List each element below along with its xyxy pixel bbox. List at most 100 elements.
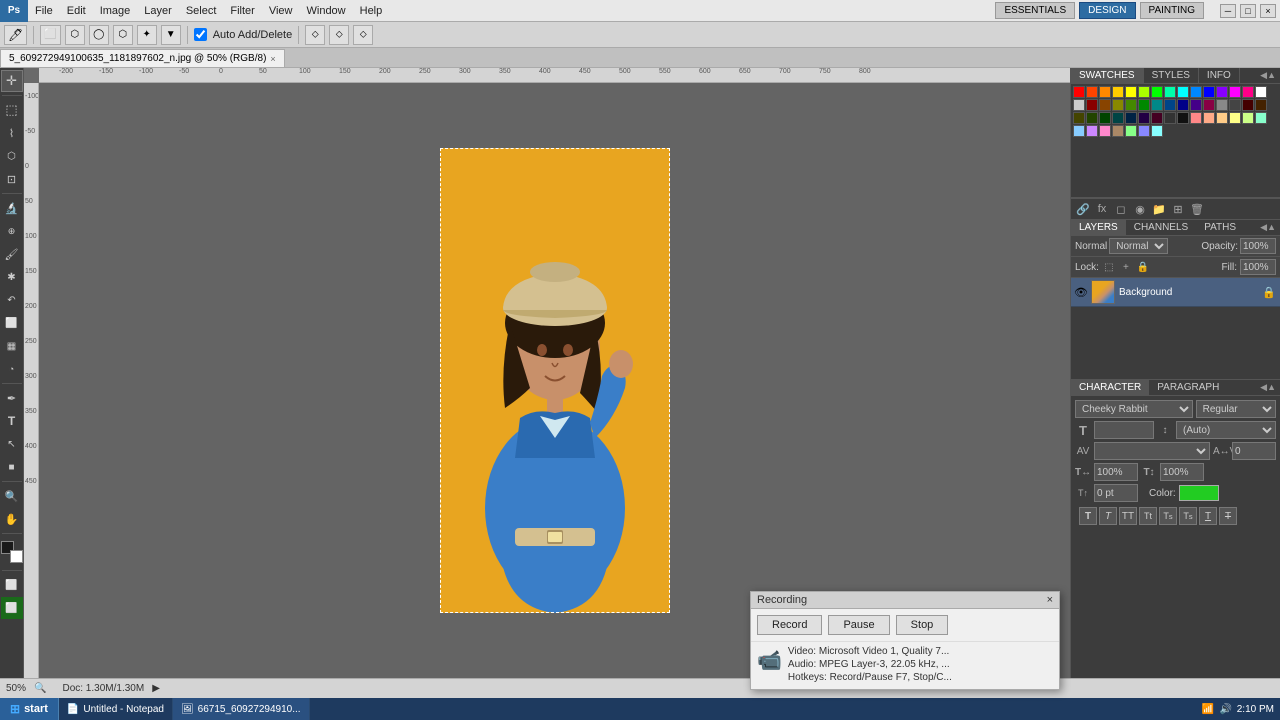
- shape-opt5[interactable]: ✦: [137, 25, 157, 45]
- tool-lasso[interactable]: ⌇: [1, 122, 23, 144]
- tool-mask-std[interactable]: ⬜: [1, 574, 23, 596]
- swatch-25[interactable]: [1203, 99, 1215, 111]
- menu-image[interactable]: Image: [93, 3, 138, 19]
- blend-mode-dropdown[interactable]: Normal: [1109, 238, 1168, 254]
- swatch-24[interactable]: [1190, 99, 1202, 111]
- ts-caps[interactable]: TT: [1119, 507, 1137, 525]
- swatch-14[interactable]: [1255, 86, 1267, 98]
- opt-extra3[interactable]: ⬦: [353, 25, 373, 45]
- tool-dodge[interactable]: ◔: [1, 358, 23, 380]
- swatch-45[interactable]: [1073, 125, 1085, 137]
- swatch-4[interactable]: [1125, 86, 1137, 98]
- font-size-input[interactable]: 52.53 pt: [1094, 421, 1154, 439]
- workspace-essentials[interactable]: ESSENTIALS: [995, 2, 1075, 19]
- layers-collapse[interactable]: ◀▲: [1256, 220, 1280, 235]
- tool-mask-quick[interactable]: ⬜: [1, 597, 23, 619]
- layer-icon-mask[interactable]: ◻: [1113, 201, 1129, 217]
- menu-window[interactable]: Window: [300, 3, 353, 19]
- tracking-input[interactable]: [1232, 442, 1276, 460]
- swatch-11[interactable]: [1216, 86, 1228, 98]
- swatch-46[interactable]: [1086, 125, 1098, 137]
- tool-text[interactable]: T: [1, 410, 23, 432]
- menu-filter[interactable]: Filter: [223, 3, 261, 19]
- swatch-50[interactable]: [1138, 125, 1150, 137]
- swatch-5[interactable]: [1138, 86, 1150, 98]
- taskbar-notepad[interactable]: 📄 Untitled - Notepad: [59, 698, 173, 720]
- menu-help[interactable]: Help: [353, 3, 390, 19]
- baseline-input[interactable]: [1094, 484, 1138, 502]
- tab-swatches[interactable]: SWATCHES: [1071, 68, 1144, 83]
- swatch-41[interactable]: [1216, 112, 1228, 124]
- swatch-43[interactable]: [1242, 112, 1254, 124]
- tool-shape[interactable]: ■: [1, 456, 23, 478]
- layer-icon-adj[interactable]: ◉: [1132, 201, 1148, 217]
- swatch-44[interactable]: [1255, 112, 1267, 124]
- win-close[interactable]: ×: [1260, 4, 1276, 18]
- swatch-20[interactable]: [1138, 99, 1150, 111]
- doc-info-arrow[interactable]: ▶: [152, 683, 160, 694]
- swatch-39[interactable]: [1190, 112, 1202, 124]
- canvas-document[interactable]: [440, 148, 670, 613]
- tool-move[interactable]: ✛: [1, 70, 23, 92]
- swatch-21[interactable]: [1151, 99, 1163, 111]
- start-button[interactable]: ⊞ start: [0, 698, 59, 720]
- taskbar-photoshop[interactable]: 🖼 66715_60927294910...: [173, 698, 310, 720]
- color-picker[interactable]: [1, 541, 23, 563]
- swatch-1[interactable]: [1086, 86, 1098, 98]
- swatch-10[interactable]: [1203, 86, 1215, 98]
- swatch-15[interactable]: [1073, 99, 1085, 111]
- workspace-design[interactable]: DESIGN: [1079, 2, 1135, 19]
- swatch-32[interactable]: [1099, 112, 1111, 124]
- tab-layers[interactable]: LAYERS: [1071, 220, 1126, 235]
- swatch-27[interactable]: [1229, 99, 1241, 111]
- swatch-29[interactable]: [1255, 99, 1267, 111]
- stop-button[interactable]: Stop: [896, 615, 949, 635]
- tab-paths[interactable]: PATHS: [1196, 220, 1244, 235]
- tab-info[interactable]: INFO: [1199, 68, 1240, 83]
- tool-history[interactable]: ↶: [1, 289, 23, 311]
- tab-channels[interactable]: CHANNELS: [1126, 220, 1196, 235]
- tool-zoom[interactable]: 🔍: [1, 485, 23, 507]
- tool-clone[interactable]: ✱: [1, 266, 23, 288]
- menu-layer[interactable]: Layer: [137, 3, 179, 19]
- menu-file[interactable]: File: [28, 3, 60, 19]
- swatch-31[interactable]: [1086, 112, 1098, 124]
- tool-eyedropper[interactable]: 🔬: [1, 197, 23, 219]
- shape-opt1[interactable]: ⬜: [40, 25, 60, 45]
- leading-dropdown[interactable]: (Auto): [1176, 421, 1276, 439]
- swatch-7[interactable]: [1164, 86, 1176, 98]
- workspace-painting[interactable]: PAINTING: [1140, 2, 1204, 19]
- opacity-input[interactable]: [1240, 238, 1276, 254]
- swatch-18[interactable]: [1112, 99, 1124, 111]
- lock-pixels-icon[interactable]: ⬚: [1102, 260, 1116, 274]
- win-restore[interactable]: □: [1240, 4, 1256, 18]
- shape-opt3[interactable]: ◯: [89, 25, 109, 45]
- swatch-38[interactable]: [1177, 112, 1189, 124]
- tool-healpatch[interactable]: ⊕: [1, 220, 23, 242]
- swatch-19[interactable]: [1125, 99, 1137, 111]
- swatch-16[interactable]: [1086, 99, 1098, 111]
- pause-button[interactable]: Pause: [828, 615, 889, 635]
- tool-crop[interactable]: ⊡: [1, 168, 23, 190]
- font-family-dropdown[interactable]: Cheeky Rabbit: [1075, 400, 1193, 418]
- menu-edit[interactable]: Edit: [60, 3, 93, 19]
- swatch-23[interactable]: [1177, 99, 1189, 111]
- char-collapse[interactable]: ◀▲: [1256, 380, 1280, 395]
- fill-input[interactable]: [1240, 259, 1276, 275]
- layer-icon-fx[interactable]: fx: [1094, 201, 1110, 217]
- tool-marquee[interactable]: ⬚: [1, 99, 23, 121]
- layer-eye-icon[interactable]: 👁: [1075, 286, 1087, 298]
- opt-extra2[interactable]: ⬦: [329, 25, 349, 45]
- menu-select[interactable]: Select: [179, 3, 224, 19]
- vscale-input[interactable]: [1160, 463, 1204, 481]
- tab-styles[interactable]: STYLES: [1144, 68, 1199, 83]
- path-dropdown[interactable]: ▼: [161, 25, 181, 45]
- swatch-49[interactable]: [1125, 125, 1137, 137]
- layer-icon-new[interactable]: ⊞: [1170, 201, 1186, 217]
- layer-icon-folder[interactable]: 📁: [1151, 201, 1167, 217]
- swatch-22[interactable]: [1164, 99, 1176, 111]
- swatch-2[interactable]: [1099, 86, 1111, 98]
- layer-background[interactable]: 👁 Background 🔒: [1071, 278, 1280, 307]
- document-tab[interactable]: 5_609272949100635_1181897602_n.jpg @ 50%…: [0, 49, 285, 67]
- swatch-13[interactable]: [1242, 86, 1254, 98]
